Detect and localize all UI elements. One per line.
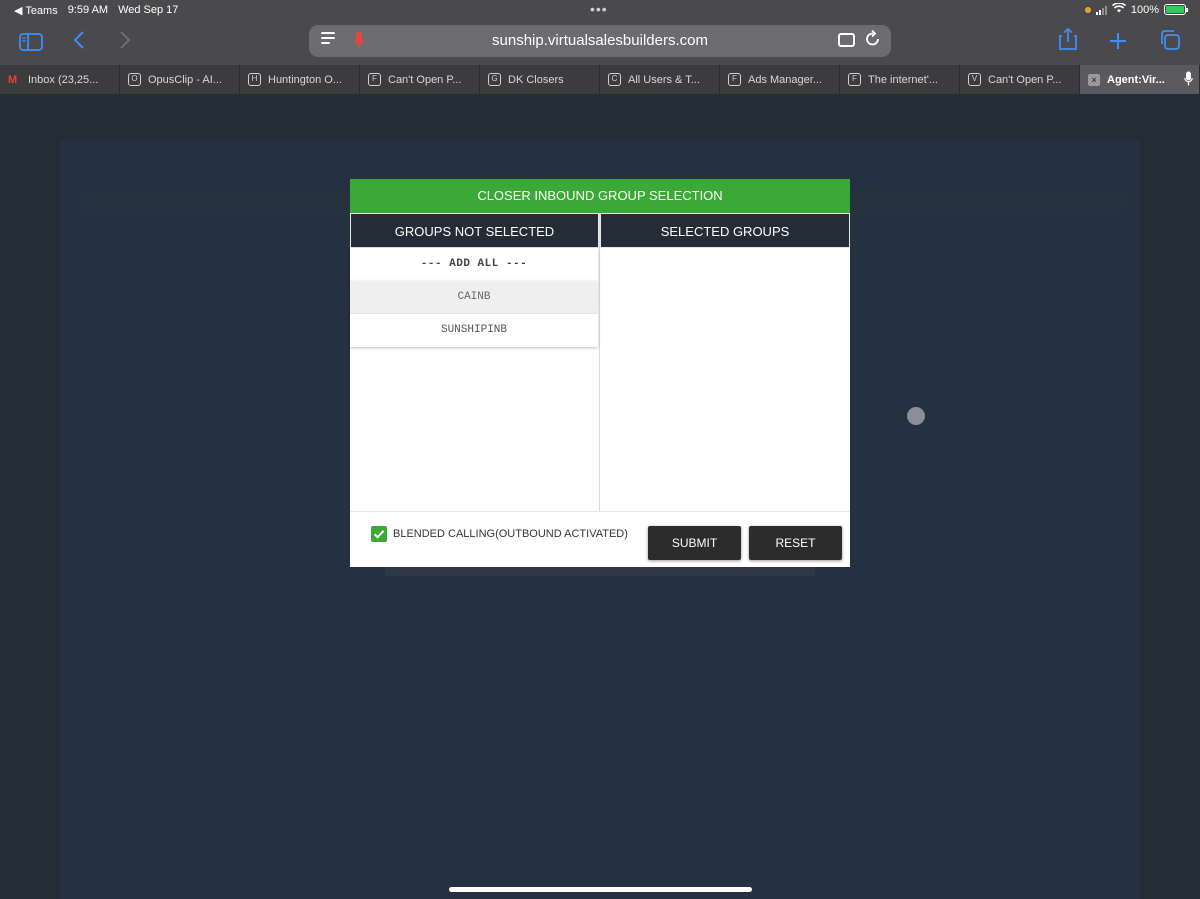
- tab-label: Huntington O...: [268, 73, 342, 86]
- group-columns: GROUPS NOT SELECTED --- ADD ALL --- CAIN…: [350, 213, 850, 511]
- favicon-v-icon: V: [968, 73, 981, 86]
- tab-the-internet[interactable]: F The internet'...: [840, 65, 960, 94]
- reset-button[interactable]: RESET: [749, 526, 842, 560]
- cellular-signal-icon: [1095, 5, 1107, 15]
- tab-label: Agent:Vir...: [1107, 73, 1165, 86]
- status-date: Wed Sep 17: [118, 4, 179, 16]
- url-text[interactable]: sunship.virtualsalesbuilders.com: [309, 32, 891, 49]
- group-item-cainb[interactable]: CAINB: [350, 281, 598, 314]
- pointer-cursor: [907, 407, 925, 425]
- modal-footer: BLENDED CALLING(OUTBOUND ACTIVATED) SUBM…: [350, 511, 850, 567]
- blended-calling-checkbox[interactable]: [371, 526, 387, 542]
- tab-label: Can't Open P...: [388, 73, 462, 86]
- sidebar-toggle-icon[interactable]: [19, 31, 43, 57]
- modal-title: CLOSER INBOUND GROUP SELECTION: [350, 179, 850, 213]
- tab-label: The internet'...: [868, 73, 938, 86]
- tab-label: OpusClip - AI...: [148, 73, 222, 86]
- favicon-f-icon: F: [728, 73, 741, 86]
- checkmark-icon: [373, 530, 385, 539]
- wifi-icon: [1111, 2, 1126, 16]
- tab-all-users[interactable]: C All Users & T...: [600, 65, 720, 94]
- tab-gmail[interactable]: M Inbox (23,25...: [0, 65, 120, 94]
- favicon-h-icon: H: [248, 73, 261, 86]
- status-time: 9:59 AM: [67, 4, 109, 16]
- close-tab-icon[interactable]: ×: [1088, 73, 1100, 86]
- favicon-f-icon: F: [848, 73, 861, 86]
- tab-cant-open-2[interactable]: V Can't Open P...: [960, 65, 1080, 94]
- back-chevron-icon[interactable]: [73, 30, 85, 56]
- privacy-indicator-icon: [1084, 6, 1091, 13]
- tab-huntington[interactable]: H Huntington O...: [240, 65, 360, 94]
- selected-groups-header: SELECTED GROUPS: [600, 213, 850, 248]
- tab-bar: M Inbox (23,25... O OpusClip - AI... H H…: [0, 65, 1200, 94]
- groups-not-selected-column: GROUPS NOT SELECTED --- ADD ALL --- CAIN…: [350, 213, 600, 511]
- new-tab-plus-icon[interactable]: [1109, 30, 1127, 56]
- tab-label: All Users & T...: [628, 73, 700, 86]
- browser-toolbar: sunship.virtualsalesbuilders.com: [0, 22, 1200, 65]
- tab-opusclip[interactable]: O OpusClip - AI...: [120, 65, 240, 94]
- reload-icon[interactable]: [865, 29, 881, 52]
- tab-overview-icon[interactable]: [1159, 29, 1181, 57]
- closer-inbound-group-modal: CLOSER INBOUND GROUP SELECTION GROUPS NO…: [350, 179, 850, 567]
- home-indicator[interactable]: [449, 887, 752, 892]
- group-item-sunshipinb[interactable]: SUNSHIPINB: [350, 314, 598, 347]
- battery-charging-icon: [1164, 4, 1188, 15]
- favicon-g-icon: G: [488, 73, 501, 86]
- add-all-groups-button[interactable]: --- ADD ALL ---: [350, 248, 598, 281]
- gmail-icon: M: [8, 73, 18, 86]
- share-icon[interactable]: [1058, 27, 1078, 57]
- tab-ads-manager[interactable]: F Ads Manager...: [720, 65, 840, 94]
- tab-label: DK Closers: [508, 73, 564, 86]
- tab-microphone-icon: [1184, 71, 1193, 89]
- multitasking-dots[interactable]: •••: [590, 1, 608, 17]
- extension-icon[interactable]: [838, 33, 855, 47]
- submit-button[interactable]: SUBMIT: [648, 526, 741, 560]
- favicon-o-icon: O: [128, 73, 141, 86]
- tab-label: Ads Manager...: [748, 73, 822, 86]
- address-bar[interactable]: sunship.virtualsalesbuilders.com: [309, 25, 891, 57]
- battery-percent: 100%: [1130, 3, 1159, 16]
- tab-label: Inbox (23,25...: [28, 73, 99, 86]
- tab-dk-closers[interactable]: G DK Closers: [480, 65, 600, 94]
- selected-groups-column: SELECTED GROUPS: [600, 213, 850, 511]
- favicon-c-icon: C: [608, 73, 621, 86]
- tab-label: Can't Open P...: [988, 73, 1062, 86]
- forward-chevron-icon[interactable]: [119, 30, 131, 56]
- tab-agent-active[interactable]: × Agent:Vir...: [1080, 65, 1200, 94]
- modal-underlay: [385, 567, 815, 576]
- groups-not-selected-header: GROUPS NOT SELECTED: [350, 213, 599, 248]
- back-to-app-link[interactable]: ◀ Teams: [14, 4, 58, 17]
- blended-calling-label[interactable]: BLENDED CALLING(OUTBOUND ACTIVATED): [393, 528, 628, 540]
- status-bar: ◀ Teams 9:59 AM Wed Sep 17 ••• 100%: [0, 0, 1200, 22]
- tab-cant-open-1[interactable]: F Can't Open P...: [360, 65, 480, 94]
- favicon-f-icon: F: [368, 73, 381, 86]
